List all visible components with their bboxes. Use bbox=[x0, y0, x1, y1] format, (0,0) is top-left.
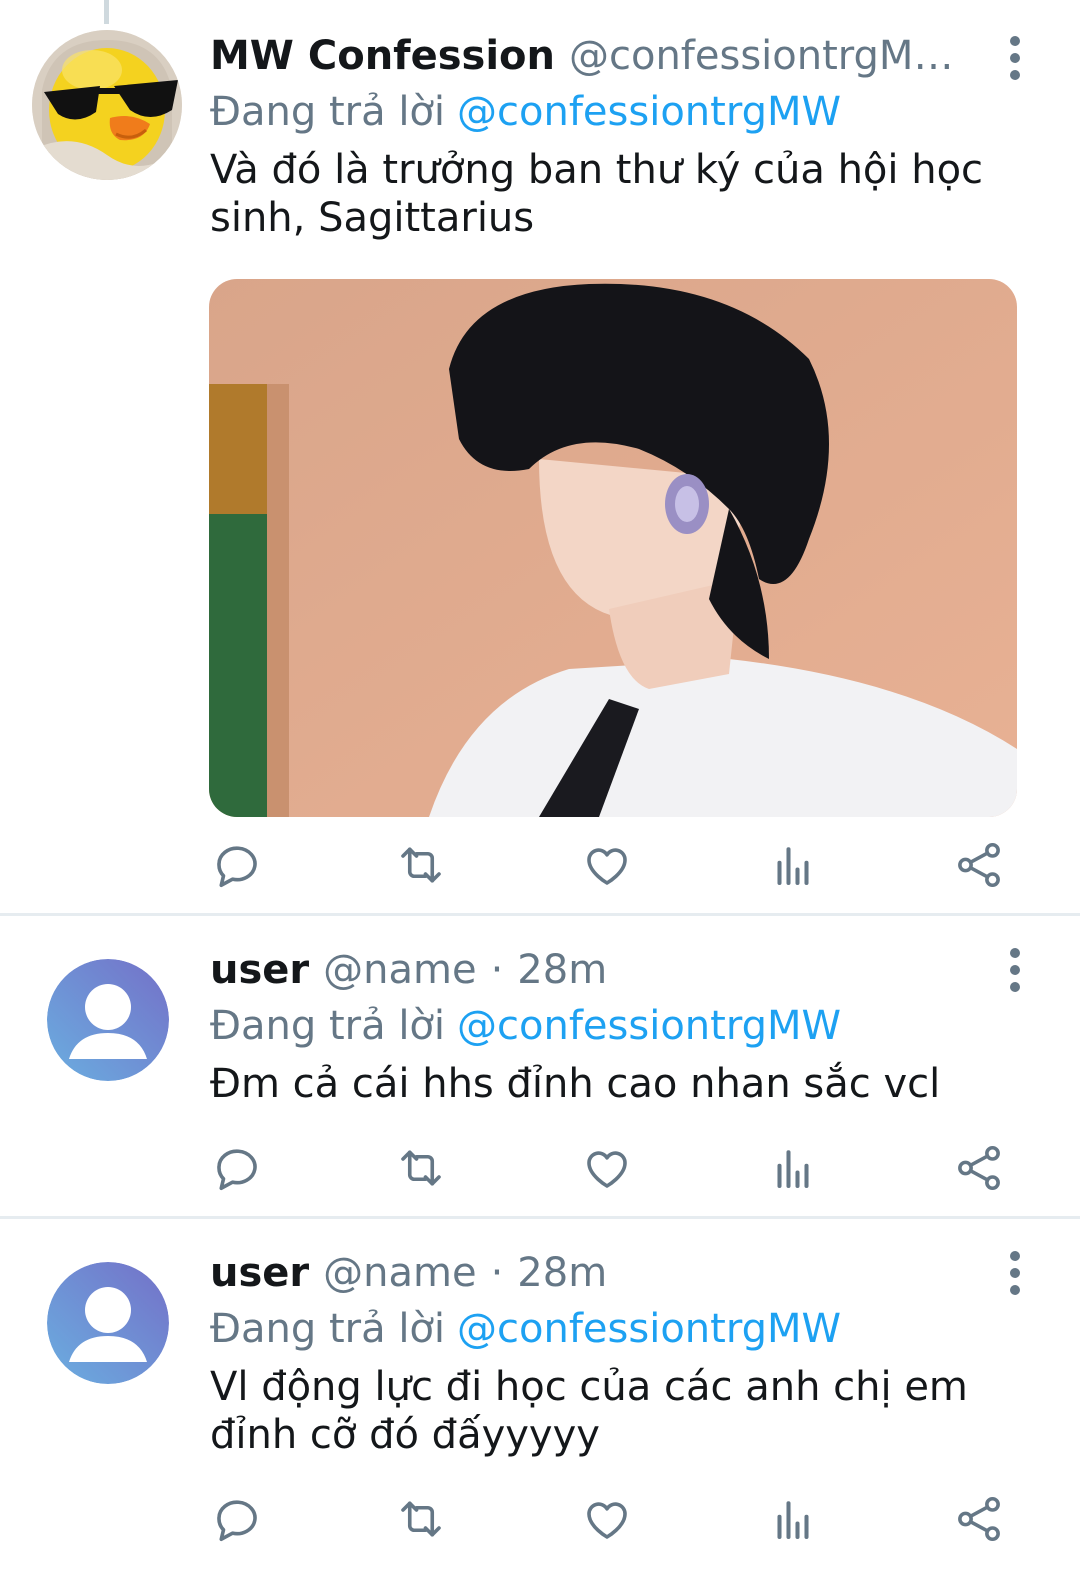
tweet[interactable]: user @name · 28m Đang trả lời @confession… bbox=[0, 916, 1080, 1216]
retweet-icon[interactable] bbox=[394, 1492, 448, 1546]
separator: · bbox=[490, 1250, 504, 1296]
tweet-actions bbox=[210, 838, 1010, 892]
duck-sunglasses-avatar[interactable] bbox=[32, 30, 182, 180]
tweet-text: Đm cả cái hhs đỉnh cao nhan sắc vcl bbox=[210, 1061, 941, 1107]
analytics-icon[interactable] bbox=[766, 1492, 820, 1546]
tweet[interactable]: user @name · 28m Đang trả lời @confession… bbox=[0, 1219, 1080, 1572]
share-icon[interactable] bbox=[952, 838, 1006, 892]
like-icon[interactable] bbox=[580, 1141, 634, 1195]
share-icon[interactable] bbox=[952, 1492, 1006, 1546]
tweet-actions bbox=[210, 1492, 1010, 1546]
like-icon[interactable] bbox=[580, 1492, 634, 1546]
reply-icon[interactable] bbox=[210, 1492, 264, 1546]
replying-to: Đang trả lời @confessiontrgMW bbox=[210, 1301, 1040, 1357]
replying-label: Đang trả lời bbox=[210, 1003, 446, 1049]
author-name[interactable]: user bbox=[210, 1250, 309, 1296]
mention-link[interactable]: @confessiontrgMW bbox=[457, 1306, 841, 1352]
more-options-icon[interactable] bbox=[1000, 948, 1030, 992]
default-user-avatar[interactable] bbox=[47, 959, 169, 1081]
author-handle[interactable]: @confessiontrgMW··· bbox=[569, 33, 989, 79]
tweet-header: user @name · 28m bbox=[210, 942, 1040, 998]
tweet[interactable]: MW Confession @confessiontrgMW··· Đang t… bbox=[0, 0, 1080, 915]
retweet-icon[interactable] bbox=[394, 838, 448, 892]
tweet-photo[interactable] bbox=[209, 279, 1017, 817]
like-icon[interactable] bbox=[580, 838, 634, 892]
more-options-icon[interactable] bbox=[1000, 1251, 1030, 1295]
more-options-icon[interactable] bbox=[1000, 36, 1030, 80]
tweet-header: MW Confession @confessiontrgMW··· bbox=[210, 28, 1040, 84]
author-name[interactable]: user bbox=[210, 947, 309, 993]
author-handle[interactable]: @name bbox=[323, 1250, 476, 1296]
replying-label: Đang trả lời bbox=[210, 1306, 446, 1352]
reply-icon[interactable] bbox=[210, 838, 264, 892]
analytics-icon[interactable] bbox=[766, 1141, 820, 1195]
separator: · bbox=[490, 947, 504, 993]
tweet-text: Vl động lực đi học của các anh chị em đỉ… bbox=[210, 1364, 968, 1458]
replying-to: Đang trả lời @confessiontrgMW bbox=[210, 998, 1040, 1054]
mention-link[interactable]: @confessiontrgMW bbox=[457, 89, 841, 135]
author-handle[interactable]: @name bbox=[323, 947, 476, 993]
replying-label: Đang trả lời bbox=[210, 89, 446, 135]
tweet-text: Và đó là trưởng ban thư ký của hội học s… bbox=[210, 147, 984, 241]
share-icon[interactable] bbox=[952, 1141, 1006, 1195]
replying-to: Đang trả lời @confessiontrgMW bbox=[210, 84, 1040, 140]
author-name[interactable]: MW Confession bbox=[210, 33, 555, 79]
tweet-actions bbox=[210, 1141, 1010, 1195]
timestamp[interactable]: 28m bbox=[517, 1250, 607, 1296]
default-user-avatar[interactable] bbox=[47, 1262, 169, 1384]
analytics-icon[interactable] bbox=[766, 838, 820, 892]
retweet-icon[interactable] bbox=[394, 1141, 448, 1195]
timestamp[interactable]: 28m bbox=[517, 947, 607, 993]
tweet-header: user @name · 28m bbox=[210, 1245, 1040, 1301]
reply-icon[interactable] bbox=[210, 1141, 264, 1195]
mention-link[interactable]: @confessiontrgMW bbox=[457, 1003, 841, 1049]
